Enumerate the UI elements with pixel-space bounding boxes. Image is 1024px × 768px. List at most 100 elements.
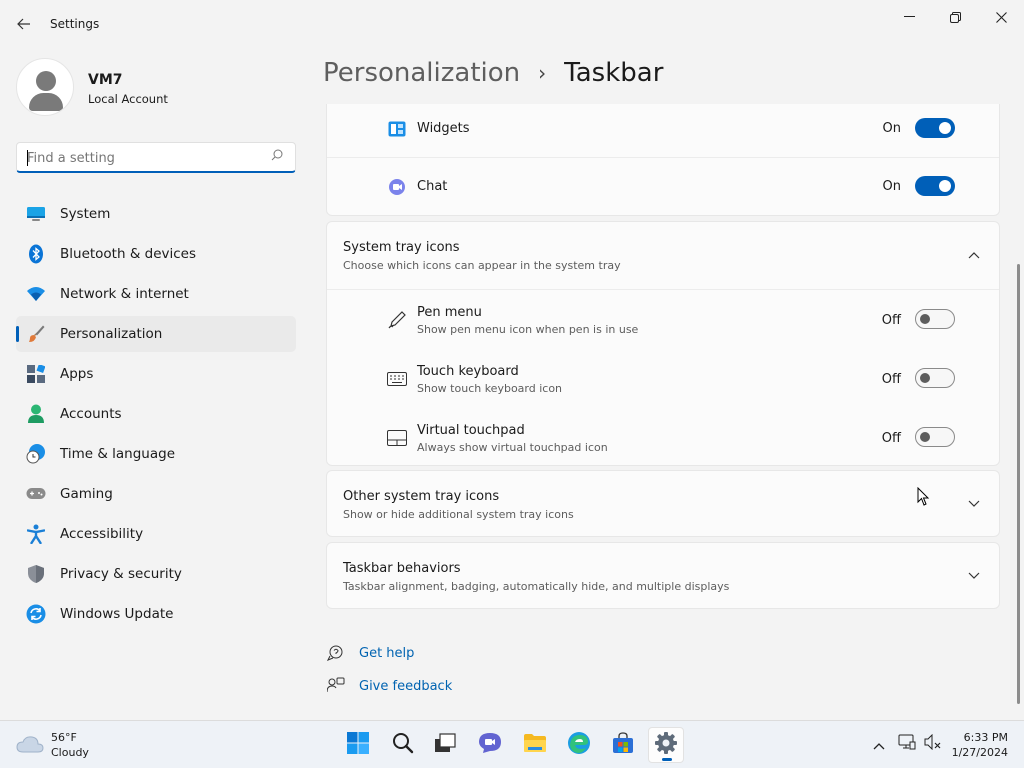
cloud-icon xyxy=(16,735,44,757)
globe-clock-icon xyxy=(26,444,46,464)
sidebar-item-time-language[interactable]: Time & language xyxy=(16,436,296,472)
sidebar-item-system[interactable]: System xyxy=(16,196,296,232)
network-tray-button[interactable] xyxy=(896,733,918,755)
weather-condition: Cloudy xyxy=(51,746,89,759)
task-view-icon xyxy=(434,733,456,757)
accessibility-icon xyxy=(26,524,46,544)
breadcrumb-parent[interactable]: Personalization xyxy=(323,58,520,88)
sidebar-item-label: Time & language xyxy=(60,446,176,462)
app-title: Settings xyxy=(50,17,100,31)
start-icon xyxy=(347,732,369,758)
chat-taskbar-button[interactable] xyxy=(472,727,508,763)
title-bar: Settings xyxy=(0,0,1024,48)
text-caret xyxy=(27,150,28,166)
sidebar-item-label: Windows Update xyxy=(60,606,174,622)
pen-menu-toggle[interactable] xyxy=(915,309,955,329)
sidebar-item-personalization[interactable]: Personalization xyxy=(16,316,296,352)
touch-keyboard-toggle[interactable] xyxy=(915,368,955,388)
chat-state: On xyxy=(882,179,901,194)
sidebar-item-network[interactable]: Network & internet xyxy=(16,276,296,312)
scrollbar[interactable] xyxy=(1017,264,1020,704)
sidebar-nav: System Bluetooth & devices Network & int… xyxy=(16,196,296,636)
chat-row: Chat On xyxy=(327,158,999,216)
touch-keyboard-row: Touch keyboard Show touch keyboard icon … xyxy=(327,349,999,408)
task-view-button[interactable] xyxy=(427,727,463,763)
pen-menu-row: Pen menu Show pen menu icon when pen is … xyxy=(327,290,999,349)
sidebar-item-label: Personalization xyxy=(60,326,163,342)
widgets-toggle[interactable] xyxy=(915,118,955,138)
user-profile: VM7 Local Account xyxy=(16,56,296,118)
page-title: Taskbar xyxy=(564,58,664,88)
file-explorer-button[interactable] xyxy=(517,727,553,763)
sidebar-item-privacy-security[interactable]: Privacy & security xyxy=(16,556,296,592)
settings-icon xyxy=(654,731,678,759)
search-icon xyxy=(392,732,414,758)
breadcrumb: Personalization › Taskbar xyxy=(323,58,663,88)
taskbar-behaviors-subtitle: Taskbar alignment, badging, automaticall… xyxy=(343,580,730,593)
clock-time: 6:33 PM xyxy=(963,731,1008,744)
pen-menu-title: Pen menu xyxy=(417,305,482,320)
update-icon xyxy=(26,604,46,624)
other-tray-subtitle: Show or hide additional system tray icon… xyxy=(343,508,574,521)
chevron-down-icon[interactable] xyxy=(967,497,981,511)
virtual-touchpad-toggle[interactable] xyxy=(915,427,955,447)
sidebar-item-apps[interactable]: Apps xyxy=(16,356,296,392)
help-icon xyxy=(326,643,346,663)
restore-button[interactable] xyxy=(932,4,978,30)
weather-widget[interactable]: 56°F Cloudy xyxy=(16,729,136,763)
feedback-icon xyxy=(326,676,346,696)
show-hidden-icons-button[interactable] xyxy=(868,733,890,755)
widgets-label: Widgets xyxy=(417,121,470,136)
bluetooth-icon xyxy=(26,244,46,264)
sidebar-item-gaming[interactable]: Gaming xyxy=(16,476,296,512)
sidebar-item-accounts[interactable]: Accounts xyxy=(16,396,296,432)
brush-icon xyxy=(26,324,46,344)
search-box[interactable] xyxy=(16,142,296,173)
other-tray-card[interactable]: Other system tray icons Show or hide add… xyxy=(326,470,1000,537)
sidebar-item-label: Apps xyxy=(60,366,94,382)
pen-icon xyxy=(387,310,407,330)
taskbar-behaviors-title: Taskbar behaviors xyxy=(343,561,461,576)
system-tray-title: System tray icons xyxy=(343,240,460,255)
avatar xyxy=(16,58,74,116)
system-clock[interactable]: 6:33 PM 1/27/2024 xyxy=(952,730,1008,760)
system-tray-header[interactable]: System tray icons Choose which icons can… xyxy=(327,222,999,289)
store-button[interactable] xyxy=(605,727,641,763)
sidebar-item-label: Gaming xyxy=(60,486,113,502)
volume-tray-button[interactable] xyxy=(922,733,944,755)
get-help-link[interactable]: Get help xyxy=(326,642,414,664)
sidebar-item-windows-update[interactable]: Windows Update xyxy=(16,596,296,632)
sidebar-item-label: Bluetooth & devices xyxy=(60,246,197,262)
pen-menu-subtitle: Show pen menu icon when pen is in use xyxy=(417,323,639,336)
back-arrow-icon[interactable] xyxy=(12,12,36,36)
wifi-icon xyxy=(26,284,46,304)
chat-label: Chat xyxy=(417,179,448,194)
sidebar-item-label: Accessibility xyxy=(60,526,144,542)
virtual-touchpad-title: Virtual touchpad xyxy=(417,423,525,438)
give-feedback-link[interactable]: Give feedback xyxy=(326,675,452,697)
chevron-up-icon xyxy=(873,735,885,754)
search-input[interactable] xyxy=(27,149,257,167)
chevron-down-icon[interactable] xyxy=(967,569,981,583)
chat-toggle[interactable] xyxy=(915,176,955,196)
start-button[interactable] xyxy=(340,727,376,763)
give-feedback-text[interactable]: Give feedback xyxy=(359,679,452,694)
search-taskbar-button[interactable] xyxy=(385,727,421,763)
settings-taskbar-button[interactable] xyxy=(648,727,684,763)
mouse-cursor-icon xyxy=(917,486,930,511)
sidebar-item-label: Accounts xyxy=(60,406,122,422)
pen-menu-state: Off xyxy=(881,313,901,328)
chevron-up-icon[interactable] xyxy=(967,248,981,262)
minimize-button[interactable] xyxy=(886,4,932,30)
taskbar-behaviors-card[interactable]: Taskbar behaviors Taskbar alignment, bad… xyxy=(326,542,1000,609)
taskbar-items-card: Widgets On Chat On xyxy=(326,104,1000,216)
sidebar-item-accessibility[interactable]: Accessibility xyxy=(16,516,296,552)
system-tray-subtitle: Choose which icons can appear in the sys… xyxy=(343,259,621,272)
close-button[interactable] xyxy=(978,4,1024,30)
sidebar-item-bluetooth[interactable]: Bluetooth & devices xyxy=(16,236,296,272)
get-help-text[interactable]: Get help xyxy=(359,646,414,661)
search-icon xyxy=(271,149,283,164)
sidebar-item-label: Privacy & security xyxy=(60,566,182,582)
apps-icon xyxy=(26,364,46,384)
edge-button[interactable] xyxy=(561,727,597,763)
